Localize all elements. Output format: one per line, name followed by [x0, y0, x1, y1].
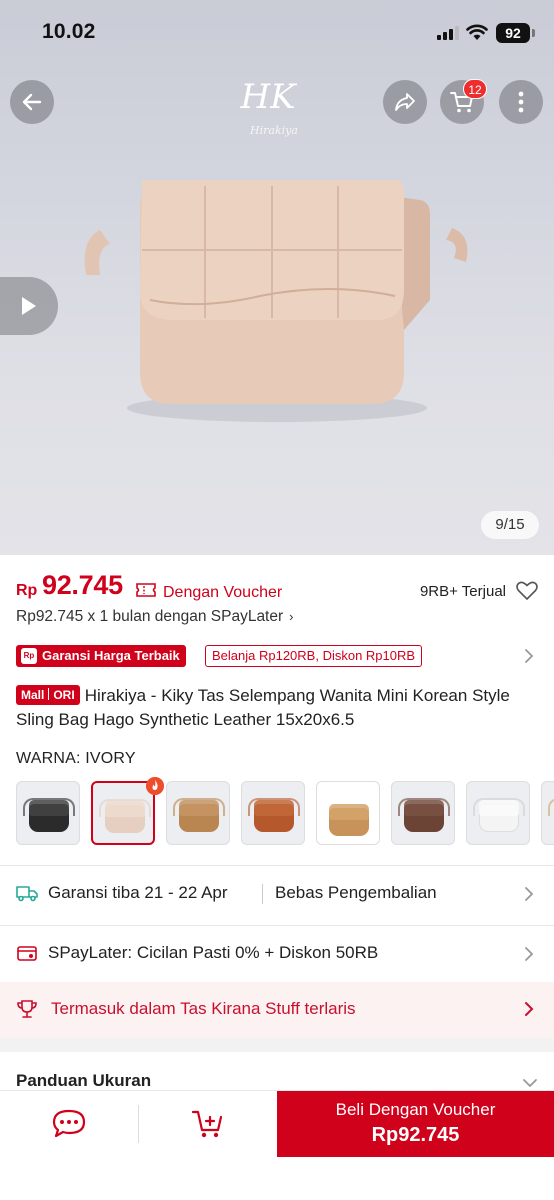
trophy-icon [17, 1000, 37, 1018]
swatch-camel[interactable] [316, 781, 380, 845]
best-price-text: Garansi Harga Terbaik [42, 648, 180, 663]
brand-script: Hirakiya [249, 124, 298, 137]
share-icon [395, 93, 415, 111]
swatch-black[interactable] [16, 781, 80, 845]
chevron-right-icon [525, 1002, 534, 1016]
swatch-brick[interactable] [241, 781, 305, 845]
status-time: 10.02 [42, 20, 96, 43]
free-returns: Bebas Pengembalian [275, 883, 437, 902]
mall-label: Mall [21, 688, 45, 702]
spaylater-icon [17, 946, 37, 961]
shipping-guarantee: Garansi tiba 21 - 22 Apr [48, 883, 228, 902]
chat-icon [52, 1109, 86, 1138]
chevron-right-icon [525, 649, 534, 663]
product-image-carousel[interactable]: HK Hirakiya 12 9/15 [0, 0, 554, 555]
variant-swatches [16, 781, 554, 847]
play-icon [22, 297, 36, 315]
chevron-right-icon [525, 947, 534, 961]
share-button[interactable] [383, 80, 427, 124]
swatch-white[interactable] [466, 781, 530, 845]
voucher-label: Dengan Voucher [163, 584, 283, 601]
spaylater-promo-row[interactable]: SPayLater: Cicilan Pasti 0% + Diskon 50R… [16, 926, 538, 982]
buy-button-label: Beli Dengan Voucher [335, 1100, 496, 1119]
divider [262, 884, 263, 904]
buy-button-price: Rp92.745 [371, 1124, 460, 1146]
variant-label: WARNA: IVORY [16, 750, 136, 767]
price-row: Rp 92.745 Dengan Voucher 9RB+ Terjual [16, 568, 538, 608]
add-to-cart-button[interactable] [139, 1091, 277, 1157]
cellular-signal-icon [437, 26, 459, 40]
sold-count: 9RB+ Terjual [419, 583, 506, 600]
buy-with-voucher-button[interactable]: Beli Dengan Voucher Rp92.745 [277, 1091, 554, 1157]
add-to-cart-icon [191, 1110, 223, 1138]
spaylater-promo-text: SPayLater: Cicilan Pasti 0% + Diskon 50R… [48, 943, 379, 962]
chevron-right-icon: › [289, 609, 294, 624]
ori-label: ORI [53, 688, 75, 702]
spaylater-installment[interactable]: Rp92.745 x 1 bulan dengan SPayLater › [16, 608, 294, 626]
product-title: Mall ORI Hirakiya - Kiky Tas Selempang Wan… [16, 684, 540, 732]
size-guide-title[interactable]: Panduan Ukuran [16, 1071, 151, 1091]
arrow-left-icon [22, 93, 42, 111]
more-vertical-icon [518, 91, 524, 113]
chevron-down-icon[interactable] [522, 1078, 538, 1088]
more-options-button[interactable] [499, 80, 543, 124]
best-price-badge: Rp Garansi Harga Terbaik [16, 645, 186, 667]
chat-button[interactable] [0, 1091, 138, 1157]
spaylater-text: Rp92.745 x 1 bulan dengan SPayLater [16, 608, 284, 625]
heart-icon[interactable] [516, 581, 538, 601]
battery-indicator: 92 [496, 23, 530, 43]
section-separator [0, 1038, 554, 1052]
bottom-action-bar: Beli Dengan Voucher Rp92.745 [0, 1090, 554, 1200]
back-button[interactable] [10, 80, 54, 124]
discount-tag: Belanja Rp120RB, Diskon Rp10RB [205, 645, 423, 667]
swatch-brown[interactable] [391, 781, 455, 845]
swatch-more[interactable] [541, 781, 554, 845]
bestseller-text: Termasuk dalam Tas Kirana Stuff terlaris [51, 999, 356, 1018]
wifi-icon [466, 24, 488, 40]
price-guarantee-row[interactable]: Rp Garansi Harga Terbaik Belanja Rp120RB,… [16, 644, 538, 670]
cart-count-badge: 12 [463, 79, 487, 99]
fire-icon [146, 777, 164, 795]
mall-ori-badge: Mall ORI [16, 685, 80, 705]
bestseller-row[interactable]: Termasuk dalam Tas Kirana Stuff terlaris [0, 982, 554, 1038]
delivery-truck-icon [16, 886, 38, 902]
shipping-return-row[interactable]: Garansi tiba 21 - 22 Apr Bebas Pengembal… [16, 866, 538, 922]
chevron-right-icon [525, 887, 534, 901]
swatch-tan[interactable] [166, 781, 230, 845]
price-currency: Rp [16, 582, 38, 599]
play-video-button[interactable] [0, 277, 58, 335]
voucher-icon [136, 583, 156, 597]
swatch-ivory[interactable] [91, 781, 155, 845]
product-title-text: Hirakiya - Kiky Tas Selempang Wanita Min… [16, 686, 510, 729]
rp-guarantee-icon: Rp [21, 648, 37, 664]
image-counter: 9/15 [481, 511, 539, 539]
price-amount: 92.745 [42, 570, 123, 600]
status-bar: 10.02 92 [0, 0, 554, 62]
brand-logo: HK [239, 77, 298, 117]
battery-tip [532, 29, 535, 37]
